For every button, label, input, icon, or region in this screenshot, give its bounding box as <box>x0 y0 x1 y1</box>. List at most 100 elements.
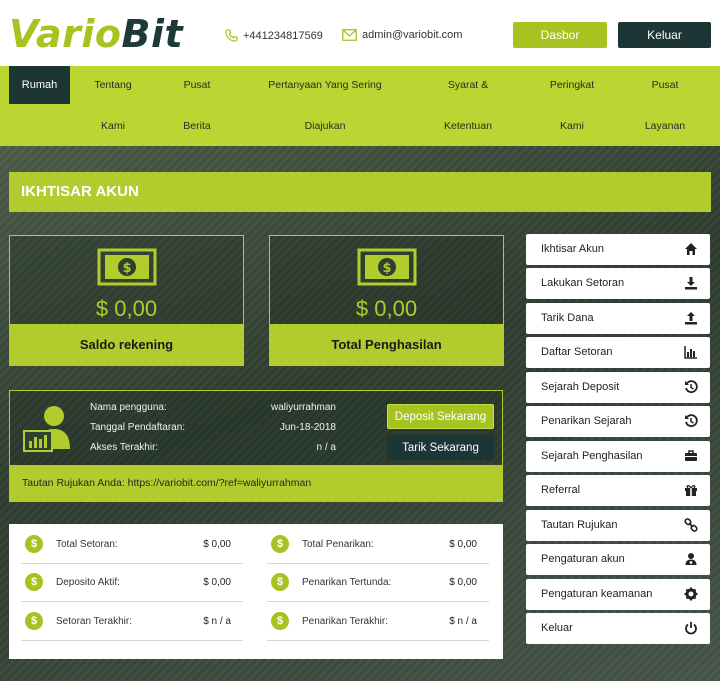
earnings-card: $ $ 0,00 Total Penghasilan <box>269 235 504 366</box>
gear-icon <box>684 587 698 601</box>
sidebar-item-label: Pengaturan akun <box>541 553 625 565</box>
stat-row: $ Total Penarikan: $ 0,00 <box>267 526 489 564</box>
user-avatar-icon <box>22 403 74 460</box>
history-icon <box>685 414 698 428</box>
sidebar-item-referral-link[interactable]: Tautan Rujukan <box>526 510 710 541</box>
nav-item-terms[interactable]: Syarat & Ketentuan <box>430 66 506 146</box>
stat-row: $ Penarikan Tertunda: $ 0,00 <box>267 564 489 602</box>
gift-icon <box>685 485 697 496</box>
stat-value: $ 0,00 <box>203 539 231 550</box>
username-label: Nama pengguna: <box>90 402 167 413</box>
sidebar-item-referral[interactable]: Referral <box>526 475 710 506</box>
sidebar-item-label: Daftar Setoran <box>541 346 613 358</box>
sidebar-item-label: Tautan Rujukan <box>541 519 618 531</box>
registered-value: Jun-18-2018 <box>279 422 336 433</box>
nav-label-line2: Layanan <box>644 120 686 132</box>
svg-text:$: $ <box>122 261 131 276</box>
envelope-icon <box>342 29 357 41</box>
stat-label: Penarikan Terakhir: <box>302 616 388 627</box>
header: VarioBit +441234817569 admin@variobit.co… <box>0 0 720 66</box>
history-icon <box>685 380 698 394</box>
dollar-icon: $ <box>271 612 289 630</box>
nav-label-line1: Tentang <box>94 79 132 91</box>
sidebar-item-label: Ikhtisar Akun <box>541 243 604 255</box>
logo-part1: Vario <box>9 12 122 56</box>
earnings-amount: $ 0,00 <box>355 296 418 321</box>
deposit-now-button[interactable]: Deposit Sekarang <box>387 404 494 429</box>
earnings-label: Total Penghasilan <box>270 324 503 365</box>
sidebar-item-deposit-history[interactable]: Sejarah Deposit <box>526 372 710 403</box>
user-info-box: Nama pengguna: waliyurrahman Tanggal Pen… <box>9 390 503 502</box>
dollar-icon: $ <box>271 535 289 553</box>
dollar-icon: $ <box>25 573 43 591</box>
sidebar-item-label: Keluar <box>541 622 573 634</box>
sidebar-item-deposit-list[interactable]: Daftar Setoran <box>526 337 710 368</box>
sidebar-item-label: Lakukan Setoran <box>541 277 625 289</box>
sidebar-item-label: Pengaturan keamanan <box>541 588 653 600</box>
sidebar-item-logout[interactable]: Keluar <box>526 613 710 644</box>
stats-table: $ Total Setoran: $ 0,00 $ Deposito Aktif… <box>9 524 503 659</box>
nav-item-about[interactable]: Tentang Kami <box>78 66 148 146</box>
download-icon <box>685 277 697 290</box>
money-icon: $ <box>10 248 243 286</box>
nav-item-faq[interactable]: Pertanyaan Yang Sering Diajukan <box>258 66 392 146</box>
balance-label: Saldo rekening <box>10 324 243 365</box>
sidebar-item-overview[interactable]: Ikhtisar Akun <box>526 234 710 265</box>
section-title: IKHTISAR AKUN <box>9 172 711 212</box>
sidebar-item-label: Sejarah Penghasilan <box>541 450 643 462</box>
withdraw-now-button[interactable]: Tarik Sekarang <box>387 435 494 460</box>
sidebar-item-make-deposit[interactable]: Lakukan Setoran <box>526 268 710 299</box>
nav-label-line2: Berita <box>183 120 211 132</box>
dollar-icon: $ <box>271 573 289 591</box>
dollar-icon: $ <box>25 535 43 553</box>
nav-label-line1: Syarat & <box>447 79 489 91</box>
stat-label: Total Setoran: <box>56 539 118 550</box>
sidebar-item-earnings-history[interactable]: Sejarah Penghasilan <box>526 441 710 472</box>
briefcase-icon <box>685 450 697 461</box>
sidebar-item-withdraw[interactable]: Tarik Dana <box>526 303 710 334</box>
sidebar-item-label: Tarik Dana <box>541 312 594 324</box>
money-icon: $ <box>270 248 503 286</box>
sidebar-item-account-settings[interactable]: Pengaturan akun <box>526 544 710 575</box>
upload-icon <box>685 312 697 325</box>
stat-row: $ Deposito Aktif: $ 0,00 <box>21 564 243 602</box>
balance-amount: $ 0,00 <box>95 296 158 321</box>
nav-item-ratings[interactable]: Peringkat Kami <box>535 66 609 146</box>
home-icon <box>685 243 697 255</box>
logo[interactable]: VarioBit <box>9 12 183 56</box>
nav-item-home[interactable]: Rumah <box>9 66 70 104</box>
nav-item-news[interactable]: Pusat Berita <box>160 66 234 146</box>
sidebar-item-label: Penarikan Sejarah <box>541 415 632 427</box>
sidebar-item-security-settings[interactable]: Pengaturan keamanan <box>526 579 710 610</box>
balance-card: $ $ 0,00 Saldo rekening <box>9 235 244 366</box>
dollar-icon: $ <box>25 612 43 630</box>
stat-label: Setoran Terakhir: <box>56 616 132 627</box>
stat-label: Total Penarikan: <box>302 539 374 550</box>
nav-label-line2: Kami <box>101 120 125 132</box>
email-address: admin@variobit.com <box>362 29 463 41</box>
stat-value: $ 0,00 <box>203 577 231 588</box>
phone-number: +441234817569 <box>243 29 323 42</box>
nav-label-line1: Pusat <box>651 79 679 91</box>
link-icon <box>684 518 698 532</box>
logout-button[interactable]: Keluar <box>618 22 711 48</box>
stat-row: $ Penarikan Terakhir: $ n / a <box>267 603 489 641</box>
sidebar-item-withdraw-history[interactable]: Penarikan Sejarah <box>526 406 710 437</box>
nav-label-line2: Diajukan <box>304 120 346 132</box>
nav-label-line2: Kami <box>560 120 584 132</box>
nav-item-service[interactable]: Pusat Layanan <box>630 66 700 146</box>
logo-part2: Bit <box>121 12 184 56</box>
nav-label-line2: Ketentuan <box>444 120 492 132</box>
stat-value: $ 0,00 <box>449 539 477 550</box>
email-contact: admin@variobit.com <box>342 29 462 41</box>
last-access-value: n / a <box>316 442 336 453</box>
bar-chart-icon <box>684 346 697 359</box>
referral-link[interactable]: Tautan Rujukan Anda: https://variobit.co… <box>10 465 502 501</box>
registered-label: Tanggal Pendaftaran: <box>90 422 186 433</box>
stat-value: $ n / a <box>449 616 477 627</box>
stat-value: $ n / a <box>203 616 231 627</box>
dashboard-button[interactable]: Dasbor <box>513 22 607 48</box>
nav-label-line1: Peringkat <box>549 79 595 91</box>
user-settings-icon <box>685 553 697 565</box>
username-value: waliyurrahman <box>270 402 336 413</box>
